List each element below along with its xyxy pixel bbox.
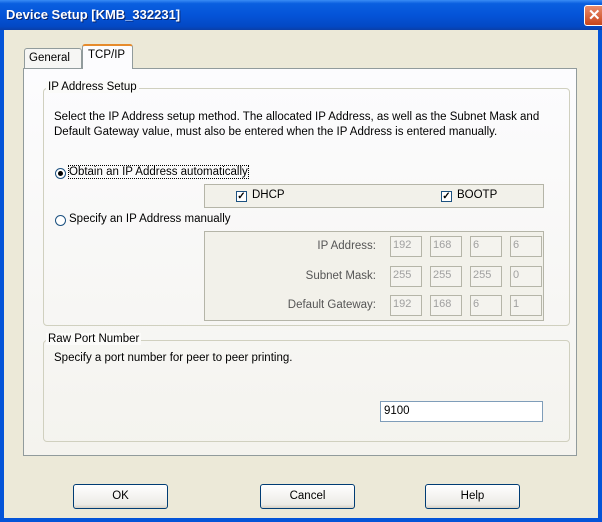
tab-tcpip[interactable]: TCP/IP (82, 44, 133, 69)
ok-button[interactable]: OK (73, 484, 168, 509)
default-gateway-label: Default Gateway: (287, 299, 376, 311)
window-border-left (0, 30, 4, 522)
window-border-right (598, 30, 602, 522)
window-title: Device Setup [KMB_332231] (6, 7, 181, 22)
tab-tcpip-label: TCP/IP (88, 49, 126, 61)
gateway-octet-4: 1 (510, 295, 542, 316)
ip-octet-2: 168 (430, 236, 462, 257)
radio-dot-icon (58, 171, 63, 176)
raw-port-label: Raw Port Number (46, 333, 142, 345)
close-button[interactable]: ✕ (584, 5, 602, 26)
obtain-automatically-radio[interactable] (55, 168, 66, 179)
subnet-octet-1: 255 (390, 266, 422, 287)
close-icon: ✕ (588, 7, 601, 24)
subnet-octet-4: 0 (510, 266, 542, 287)
title-bar[interactable]: Device Setup [KMB_332231] ✕ (0, 0, 602, 30)
device-setup-dialog: Device Setup [KMB_332231] ✕ General TCP/… (0, 0, 602, 522)
bootp-checkbox[interactable]: ✓ (441, 191, 452, 202)
tab-general-label: General (29, 52, 70, 64)
cancel-button[interactable]: Cancel (260, 484, 355, 509)
gateway-octet-1: 192 (390, 295, 422, 316)
gateway-octet-3: 6 (470, 295, 502, 316)
gateway-octet-2: 168 (430, 295, 462, 316)
dhcp-label[interactable]: DHCP (252, 189, 285, 201)
raw-port-description: Specify a port number for peer to peer p… (54, 352, 293, 364)
ip-setup-description: Select the IP Address setup method. The … (54, 111, 540, 138)
ip-address-label: IP Address: (317, 240, 376, 252)
ip-address-setup-label: IP Address Setup (46, 81, 139, 93)
ip-octet-4: 6 (510, 236, 542, 257)
tab-general[interactable]: General (24, 48, 82, 68)
subnet-octet-3: 255 (470, 266, 502, 287)
subnet-octet-2: 255 (430, 266, 462, 287)
window-border-bottom (0, 518, 602, 522)
ip-octet-1: 192 (390, 236, 422, 257)
obtain-automatically-label[interactable]: Obtain an IP Address automatically (68, 165, 249, 179)
dhcp-checkbox[interactable]: ✓ (236, 191, 247, 202)
checkmark-icon: ✓ (237, 191, 246, 202)
specify-manually-label[interactable]: Specify an IP Address manually (69, 213, 231, 225)
bootp-label[interactable]: BOOTP (457, 189, 497, 201)
ip-octet-3: 6 (470, 236, 502, 257)
subnet-mask-label: Subnet Mask: (305, 270, 376, 282)
checkmark-icon: ✓ (442, 191, 451, 202)
help-button[interactable]: Help (425, 484, 520, 509)
raw-port-input[interactable]: 9100 (380, 401, 543, 422)
specify-manually-radio[interactable] (55, 215, 66, 226)
